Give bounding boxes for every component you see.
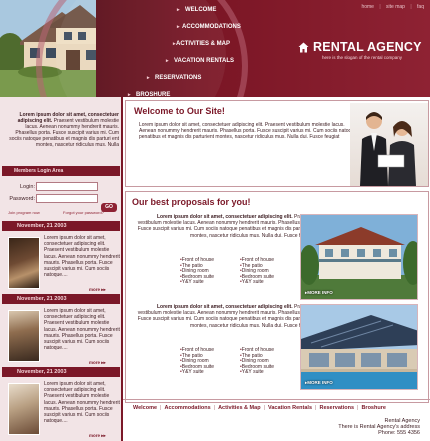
more-info-link[interactable]: MORE INFO [305,290,333,296]
nav-accommodations[interactable]: ACCOMMODATIONS [177,21,284,38]
news-text: Lorem ipsum dolor sit amet, consectetuer… [44,308,120,352]
brand-slogan: here is the slogan of the rental company [322,55,403,60]
top-navigation: WELCOME ACCOMMODATIONS ACTIVITIES & MAP … [128,4,284,106]
listing-text: Lorem ipsum dolor sit amet, consectetuer… [132,304,314,329]
left-sidebar: Lorem ipsum dolor sit amet, consectetuer… [0,97,121,441]
listing-text: Lorem ipsum dolor sit amet, consectetuer… [132,214,314,239]
main-content: Welcome to Our Site! Lorem ipsum dolor s… [123,97,430,441]
nav-vacation-rentals[interactable]: VACATION RENTALS [166,55,284,72]
password-input[interactable] [36,194,98,203]
footer-separator: | [160,405,162,411]
welcome-photo [350,103,428,186]
footer-divider [123,399,430,400]
nav-welcome[interactable]: WELCOME [177,4,284,21]
utility-separator: | [379,4,381,10]
news-thumbnail[interactable] [8,237,40,289]
brand-title: RENTAL AGENCY [313,40,422,54]
footer-navigation: Welcome | Accommodations | Activities & Map |… [133,405,386,411]
news-date: November, 21 2003 [2,221,120,231]
news-text: Lorem ipsum dolor sit amet, consectetuer… [44,381,120,425]
logo[interactable]: RENTAL AGENCY [298,40,422,54]
news-more-link[interactable]: more ▸▸ [89,433,106,439]
footer-separator: | [315,405,317,411]
proposals-section: Our best proposals for you! Lorem ipsum … [125,191,429,403]
more-info-link[interactable]: MORE INFO [305,380,333,386]
utility-links: home | site map | faq [357,4,424,10]
welcome-title: Welcome to Our Site! [134,106,225,116]
villa-illustration [301,215,417,299]
login-links: Join program now Forgot your password? [8,210,120,215]
header: WELCOME ACCOMMODATIONS ACTIVITIES & MAP … [0,0,430,172]
login-label: Login: [20,184,35,190]
footer-separator: | [213,405,216,411]
proposals-title: Our best proposals for you! [132,197,251,207]
footer-separator: | [357,405,359,411]
footer-link-accommodations[interactable]: Accommodations [164,405,210,411]
utility-separator: | [410,4,412,10]
house-logo-icon [298,42,309,52]
footer-link-reservations[interactable]: Reservations [319,405,354,411]
news-item: November, 21 2003 Lorem ipsum dolor sit … [2,294,120,367]
join-program-link[interactable]: Join program now [8,210,40,215]
home-link[interactable]: home [361,4,374,10]
nav-reservations[interactable]: RESERVATIONS [147,72,284,89]
agents-illustration [360,112,416,186]
footer-link-broshure[interactable]: Broshure [361,405,385,411]
listing-bold: Lorem ipsum dolor sit amet, consectetuer… [157,304,293,310]
listing-bold: Lorem ipsum dolor sit amet, consectetuer… [157,214,293,220]
members-login-header: Members Login Area [2,166,120,176]
pool-house-illustration [301,305,417,389]
intro-text: Lorem ipsum dolor sit amet, consectetuer… [4,112,119,148]
news-item: November, 21 2003 Lorem ipsum dolor sit … [2,367,120,440]
news-date: November, 21 2003 [2,367,120,377]
news-date: November, 21 2003 [2,294,120,304]
password-label: Password: [9,196,35,202]
news-item: November, 21 2003 Lorem ipsum dolor sit … [2,221,120,294]
listing-photo[interactable]: MORE INFO [300,304,418,390]
faq-link[interactable]: faq [417,4,424,10]
news-text: Lorem ipsum dolor sit amet, consectetuer… [44,235,120,279]
footer-separator: | [263,405,265,411]
news-more-link[interactable]: more ▸▸ [89,287,106,293]
news-more-link[interactable]: more ▸▸ [89,360,106,366]
news-thumbnail[interactable] [8,310,40,362]
nav-activities-map[interactable]: ACTIVITIES & MAP [173,38,284,55]
footer-link-activities-map[interactable]: Activities & Map [218,405,260,411]
login-input[interactable] [36,182,98,191]
welcome-section: Welcome to Our Site! Lorem ipsum dolor s… [125,100,429,187]
welcome-text: Lorem ipsum dolor sit amet, consectetuer… [139,122,357,141]
news-thumbnail[interactable] [8,383,40,435]
footer-phone: Phone: 555 4356 [378,430,420,437]
footer-link-vacation-rentals[interactable]: Vacation Rentals [268,405,312,411]
site-map-link[interactable]: site map [386,4,405,10]
listing-photo[interactable]: MORE INFO [300,214,418,300]
footer-contact: Rental Agency There is Rental Agency's a… [338,418,420,437]
forgot-password-link[interactable]: Forgot your password? [63,210,104,215]
footer-link-welcome[interactable]: Welcome [133,405,157,411]
